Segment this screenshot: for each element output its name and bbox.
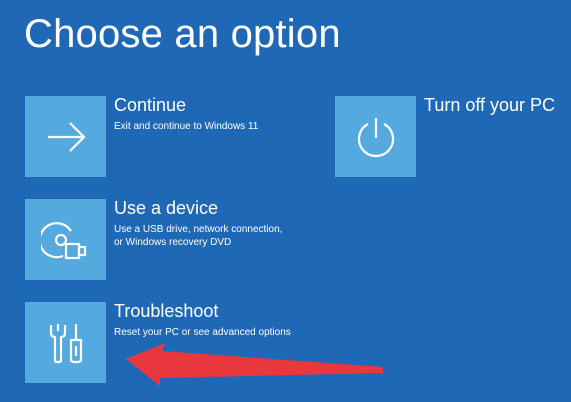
continue-description-line: Exit and continue to Windows 11 bbox=[114, 121, 259, 132]
troubleshoot-description-line: Reset your PC or see advanced options bbox=[114, 327, 291, 338]
troubleshoot-tile[interactable] bbox=[25, 302, 106, 383]
arrow-right-icon bbox=[47, 121, 86, 152]
use-device-description-line-1: Use a USB drive, network connection, bbox=[114, 224, 283, 235]
troubleshoot-description: Reset your PC or see advanced options bbox=[114, 326, 291, 339]
use-device-description-line-2: or Windows recovery DVD bbox=[114, 237, 232, 248]
use-device-description: Use a USB drive, network connection, or … bbox=[114, 223, 282, 249]
troubleshoot-option[interactable]: Troubleshoot Reset your PC or see advanc… bbox=[25, 302, 325, 384]
continue-option[interactable]: Continue Exit and continue to Windows 11 bbox=[25, 96, 325, 178]
page-title: Choose an option bbox=[24, 12, 341, 56]
turn-off-title: Turn off your PC bbox=[424, 95, 556, 115]
continue-description: Exit and continue to Windows 11 bbox=[114, 120, 258, 133]
power-icon bbox=[357, 117, 394, 157]
disc-usb-icon bbox=[40, 221, 86, 259]
use-device-title: Use a device bbox=[114, 198, 219, 218]
continue-tile[interactable] bbox=[25, 96, 106, 177]
tools-icon bbox=[49, 323, 82, 363]
use-device-tile[interactable] bbox=[25, 199, 106, 280]
turn-off-option[interactable]: Turn off your PC bbox=[335, 96, 565, 178]
turn-off-tile[interactable] bbox=[335, 96, 416, 177]
continue-title: Continue bbox=[114, 95, 187, 115]
use-device-option[interactable]: Use a device Use a USB drive, network co… bbox=[25, 199, 325, 281]
troubleshoot-title: Troubleshoot bbox=[114, 301, 219, 321]
